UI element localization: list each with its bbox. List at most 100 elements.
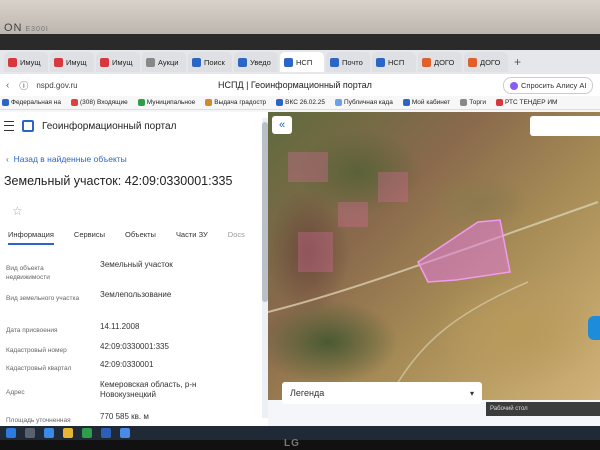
browser-tab[interactable]: Имущ <box>96 52 140 72</box>
tab-favicon-icon <box>146 57 155 67</box>
tab-label: Имущ <box>112 57 133 67</box>
browser-tab[interactable]: Поиск <box>188 52 232 72</box>
taskbar <box>0 426 600 440</box>
field-value: Земельный участок <box>100 260 173 269</box>
tab-favicon-icon <box>192 57 201 67</box>
field-label: Площадь уточненная <box>6 417 71 424</box>
browser-tab[interactable]: НСП <box>280 52 324 72</box>
browser-tab[interactable]: Почто <box>326 52 370 72</box>
collapse-panel-button[interactable]: « <box>272 116 292 134</box>
browser-icon[interactable] <box>120 428 130 438</box>
bookmark-item[interactable]: Мой кабинет <box>402 99 451 106</box>
monitor-bezel-bottom <box>0 440 600 450</box>
search-icon[interactable] <box>25 428 35 438</box>
field-value: 770 585 кв. м <box>100 412 149 421</box>
tab-label: Имущ <box>66 57 87 67</box>
field-label: Кадастровый номер <box>6 347 67 354</box>
start-icon[interactable] <box>6 428 16 438</box>
monitor-bezel-top: ON E300I <box>0 0 600 34</box>
menu-icon[interactable] <box>4 121 14 131</box>
tab-favicon-icon <box>8 57 17 67</box>
portal-title: Геоинформационный портал <box>42 120 177 132</box>
bookmark-item[interactable]: Выдача градостр <box>205 99 266 106</box>
object-info-panel: ‹ Назад в найденные объекты Земельный уч… <box>0 140 268 426</box>
browser-tab[interactable]: Имущ <box>4 52 48 72</box>
tab-favicon-icon <box>54 57 63 67</box>
browser-tab[interactable]: ДОГО <box>464 52 508 72</box>
object-title: Земельный участок: 42:09:0330001:335 <box>4 174 233 188</box>
alice-icon <box>510 81 518 90</box>
field-label: Вид земельного участка <box>6 295 80 302</box>
field-value: Кемеровская область, р-н Новокузнецкий <box>100 380 197 399</box>
tab-objects[interactable]: Объекты <box>125 230 156 245</box>
browser-tab[interactable]: Имущ <box>50 52 94 72</box>
back-to-results-link[interactable]: ‹ Назад в найденные объекты <box>6 154 127 164</box>
bookmark-label: Публичная када <box>344 99 393 106</box>
tab-label: Аукци <box>158 57 179 67</box>
tab-docs[interactable]: Docs <box>228 230 245 245</box>
tab-info[interactable]: Информация <box>8 230 54 245</box>
browser-tab[interactable]: Уведо <box>234 52 278 72</box>
explorer-icon[interactable] <box>63 428 73 438</box>
satellite-map[interactable] <box>268 112 600 400</box>
map-side-widget[interactable] <box>588 316 600 340</box>
back-icon[interactable]: ‹ <box>6 80 9 91</box>
bookmark-icon <box>137 99 145 106</box>
browser-tab[interactable]: ДОГО <box>418 52 462 72</box>
bookmark-label: Муниципальное <box>146 99 196 106</box>
tab-favicon-icon <box>376 57 385 67</box>
bookmark-icon <box>276 99 284 106</box>
bookmark-label: Торги <box>469 99 486 106</box>
selected-land-plot[interactable] <box>417 219 511 283</box>
url-text[interactable]: nspd.gov.ru <box>36 81 77 90</box>
bookmark-item[interactable]: ВКС 26.02.25 <box>276 99 325 106</box>
bookmark-icon <box>402 99 410 106</box>
bookmark-icon <box>70 99 78 106</box>
portal-logo-icon <box>22 120 34 132</box>
address-bar: ‹ ⓘ nspd.gov.ru НСПД | Геоинформационный… <box>0 74 600 96</box>
tab-label: НСП <box>296 57 313 67</box>
bookmark-icon <box>2 99 9 106</box>
word-icon[interactable] <box>101 428 111 438</box>
bookmark-item[interactable]: (308) Входящие <box>70 99 128 106</box>
bookmark-item[interactable]: Торги <box>460 99 486 106</box>
monitor-brand: ON E300I <box>4 22 49 34</box>
portal-header: Геоинформационный портал <box>0 112 268 140</box>
field-value: 14.11.2008 <box>100 322 140 331</box>
tab-services[interactable]: Сервисы <box>74 230 105 245</box>
bookmark-item[interactable]: РТС ТЕНДЕР ИМ <box>495 99 558 106</box>
bookmark-icon <box>460 99 468 106</box>
taskview-icon[interactable] <box>44 428 54 438</box>
field-value: Землепользование <box>100 290 172 299</box>
monitor-logo: LG <box>284 438 300 449</box>
favorite-star-icon[interactable]: ☆ <box>12 204 23 218</box>
legend-dropdown[interactable]: Легенда ▾ <box>282 382 482 404</box>
object-tabs: Информация Сервисы Объекты Части ЗУ Docs <box>8 230 245 245</box>
bookmark-item[interactable]: Федеральная на <box>2 99 61 106</box>
browser-tab[interactable]: НСП <box>372 52 416 72</box>
tab-favicon-icon <box>284 57 293 67</box>
bookmark-label: Мой кабинет <box>411 99 451 106</box>
map-search-box[interactable] <box>530 116 600 136</box>
bookmark-icon <box>205 99 213 106</box>
site-info-icon[interactable]: ⓘ <box>19 79 28 92</box>
tab-label: Почто <box>342 57 363 67</box>
browser-tab[interactable]: Аукци <box>142 52 186 72</box>
tab-label: Уведо <box>250 57 271 67</box>
bookmark-item[interactable]: Муниципальное <box>137 99 196 106</box>
field-label: Кадастровый квартал <box>6 365 72 372</box>
parcel-cluster <box>288 152 408 272</box>
bookmark-icon <box>335 99 343 106</box>
field-label: Дата присвоения <box>6 327 58 334</box>
tab-parts[interactable]: Части ЗУ <box>176 230 208 245</box>
chevron-down-icon: ▾ <box>469 388 474 398</box>
bookmarks-bar: Федеральная на (308) Входящие Муниципально… <box>0 96 600 110</box>
bookmark-item[interactable]: Публичная када <box>335 99 393 106</box>
ask-alice-button[interactable]: Спросить Алису AI <box>503 77 594 94</box>
tab-label: Имущ <box>20 57 41 67</box>
tab-label: Поиск <box>204 57 225 67</box>
tab-favicon-icon <box>330 57 339 67</box>
bookmark-label: РТС ТЕНДЕР ИМ <box>504 99 558 106</box>
excel-icon[interactable] <box>82 428 92 438</box>
new-tab-button[interactable]: + <box>510 55 525 69</box>
